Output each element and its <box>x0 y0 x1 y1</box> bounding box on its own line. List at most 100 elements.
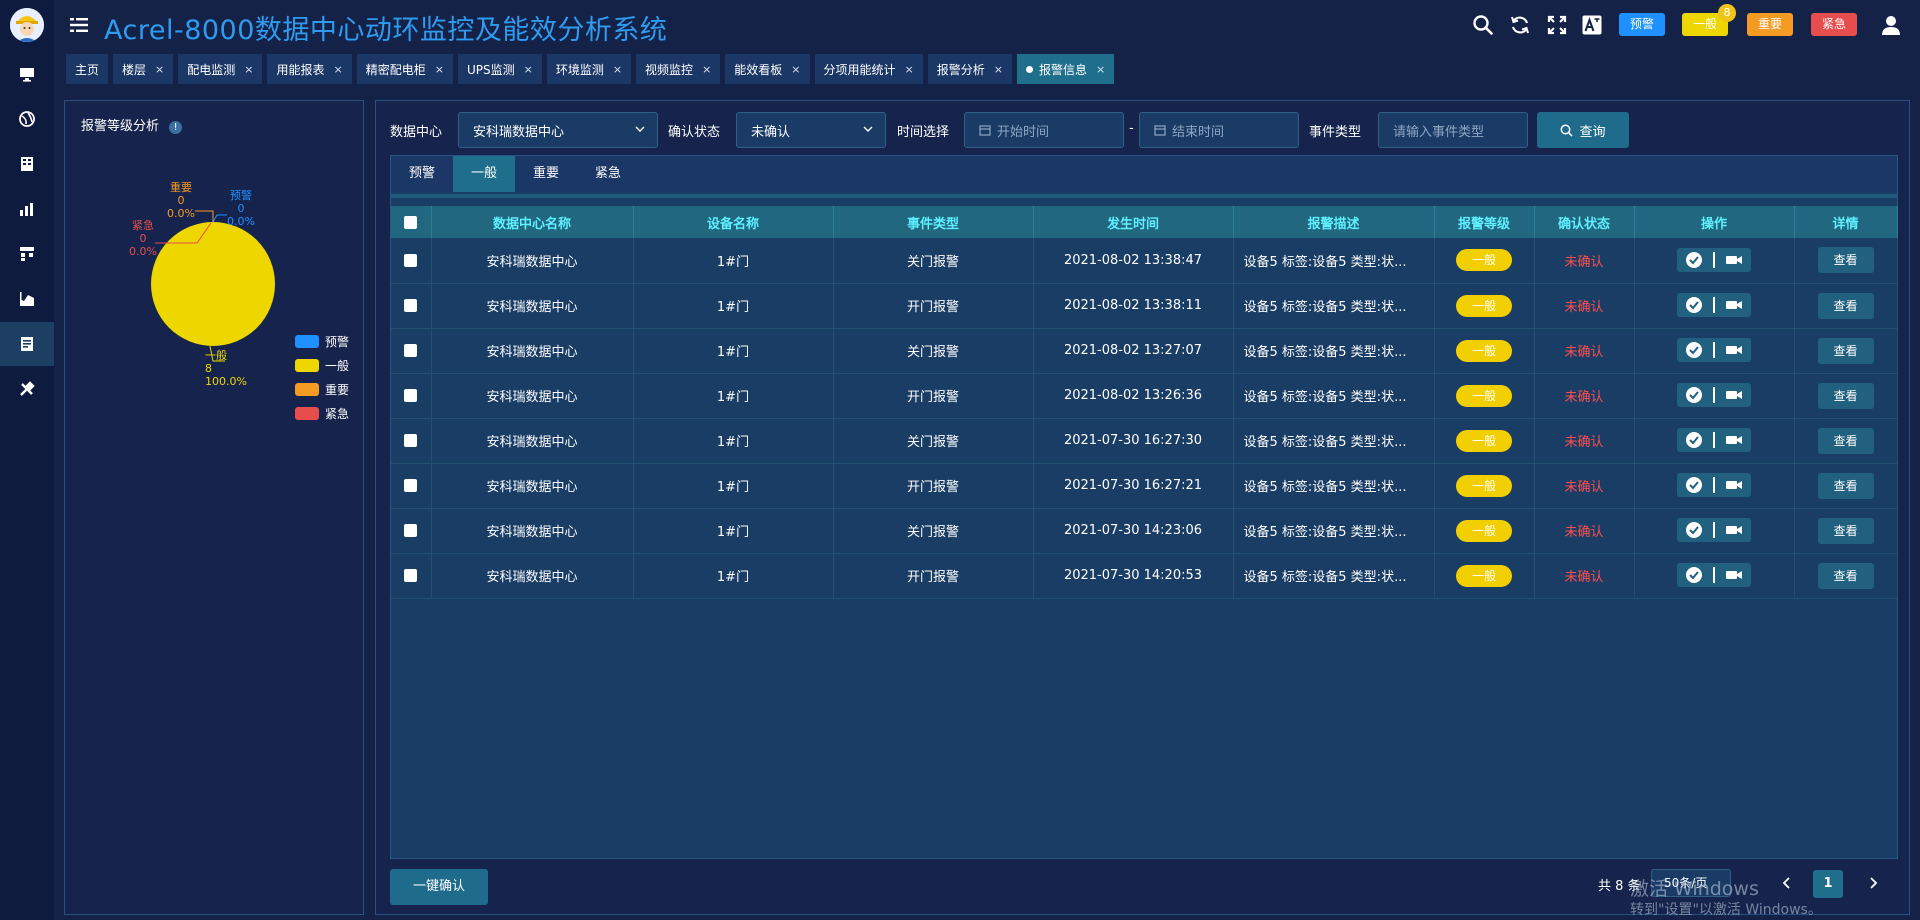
confirm-status-select[interactable]: 未确认 <box>736 112 886 148</box>
close-icon[interactable]: × <box>334 63 343 76</box>
confirm-check-icon[interactable] <box>1685 521 1703 539</box>
row-checkbox[interactable] <box>404 569 418 582</box>
data-center-select[interactable]: 安科瑞数据中心 <box>458 112 658 148</box>
tab-1[interactable]: 楼层 × <box>113 54 174 84</box>
level-tab-2[interactable]: 重要 <box>515 156 577 192</box>
general-level-button[interactable]: 一般 8 <box>1682 4 1736 36</box>
view-detail-button[interactable]: 查看 <box>1817 292 1874 319</box>
view-detail-button[interactable]: 查看 <box>1817 472 1874 499</box>
video-camera-icon[interactable] <box>1725 386 1743 404</box>
refresh-icon[interactable] <box>1509 14 1531 36</box>
row-checkbox[interactable] <box>404 299 418 312</box>
sidebar-item-monitor[interactable] <box>0 52 54 96</box>
range-separator: - <box>1129 121 1134 136</box>
close-icon[interactable]: × <box>244 63 253 76</box>
start-time-input[interactable]: 开始时间 <box>964 112 1124 148</box>
video-camera-icon[interactable] <box>1725 431 1743 449</box>
important-level-button[interactable]: 重要 <box>1747 13 1793 36</box>
translate-icon[interactable] <box>1581 14 1603 36</box>
tab-11[interactable]: 报警信息 × <box>1016 54 1115 84</box>
view-detail-button[interactable]: 查看 <box>1817 517 1874 544</box>
tab-9[interactable]: 分项用能统计 × <box>814 54 923 84</box>
sidebar-item-report[interactable] <box>0 322 54 366</box>
event-type-input[interactable]: 请输入事件类型 <box>1378 112 1528 148</box>
close-icon[interactable]: × <box>1096 63 1105 76</box>
tab-0[interactable]: 主页 <box>66 54 109 84</box>
close-icon[interactable]: × <box>994 63 1003 76</box>
close-icon[interactable]: × <box>435 63 444 76</box>
sidebar-item-flow[interactable] <box>0 232 54 276</box>
confirm-all-button[interactable]: 一键确认 <box>390 869 488 905</box>
close-icon[interactable]: × <box>524 63 533 76</box>
query-button[interactable]: 查询 <box>1537 112 1629 148</box>
next-page-icon[interactable] <box>1866 876 1880 890</box>
time-cell: 2021-07-30 16:27:30 <box>1033 418 1234 464</box>
page-number-current[interactable]: 1 <box>1813 870 1843 898</box>
row-checkbox[interactable] <box>404 524 418 537</box>
row-checkbox[interactable] <box>404 253 418 267</box>
close-icon[interactable]: × <box>905 63 914 76</box>
sidebar-item-globe[interactable] <box>0 97 54 141</box>
view-detail-button[interactable]: 查看 <box>1817 427 1874 454</box>
select-all-checkbox[interactable] <box>404 215 418 229</box>
video-camera-icon[interactable] <box>1725 341 1743 359</box>
warning-level-button[interactable]: 预警 <box>1619 13 1665 36</box>
confirm-status-label: 确认状态 <box>668 125 721 140</box>
prev-page-icon[interactable] <box>1780 876 1794 890</box>
search-icon[interactable] <box>1472 14 1494 36</box>
sidebar-item-bar-chart[interactable] <box>0 187 54 231</box>
tab-2[interactable]: 配电监测 × <box>178 54 263 84</box>
video-camera-icon[interactable] <box>1725 566 1743 584</box>
confirm-check-icon[interactable] <box>1685 251 1703 269</box>
confirm-check-icon[interactable] <box>1685 476 1703 494</box>
fullscreen-icon[interactable] <box>1546 14 1568 36</box>
confirm-check-icon[interactable] <box>1685 566 1703 584</box>
sidebar-item-building[interactable] <box>0 142 54 186</box>
view-detail-button[interactable]: 查看 <box>1817 562 1874 589</box>
row-checkbox[interactable] <box>404 344 418 357</box>
legend-item[interactable]: 重要 <box>295 377 349 401</box>
level-tab-0[interactable]: 预警 <box>391 156 453 192</box>
level-tab-1[interactable]: 一般 <box>453 156 516 192</box>
pie-label-2-1: 0 <box>178 194 185 207</box>
confirm-check-icon[interactable] <box>1685 296 1703 314</box>
avatar[interactable] <box>10 8 44 42</box>
row-checkbox[interactable] <box>404 434 418 447</box>
video-camera-icon[interactable] <box>1725 251 1743 269</box>
view-detail-button[interactable]: 查看 <box>1817 247 1874 274</box>
confirm-check-icon[interactable] <box>1685 386 1703 404</box>
view-detail-button[interactable]: 查看 <box>1817 337 1874 364</box>
close-icon[interactable]: × <box>702 63 711 76</box>
video-camera-icon[interactable] <box>1725 521 1743 539</box>
tab-6[interactable]: 环境监测 × <box>546 54 632 84</box>
end-time-input[interactable]: 结束时间 <box>1139 112 1299 148</box>
view-detail-button[interactable]: 查看 <box>1817 382 1874 409</box>
close-icon[interactable]: × <box>155 63 164 76</box>
close-icon[interactable]: × <box>791 63 800 76</box>
tab-7[interactable]: 视频监控 × <box>636 54 721 84</box>
sidebar-item-tools[interactable] <box>0 367 54 411</box>
tab-3[interactable]: 用能报表 × <box>267 54 352 84</box>
info-icon[interactable]: ! <box>169 121 183 134</box>
legend-swatch <box>295 382 319 396</box>
sidebar-item-area-chart[interactable] <box>0 277 54 321</box>
user-icon[interactable] <box>1880 14 1902 36</box>
close-icon[interactable]: × <box>613 63 622 76</box>
tab-4[interactable]: 精密配电柜 × <box>356 54 453 84</box>
row-checkbox[interactable] <box>404 479 418 492</box>
tab-8[interactable]: 能效看板 × <box>725 54 810 84</box>
confirm-check-icon[interactable] <box>1685 341 1703 359</box>
row-checkbox[interactable] <box>404 389 418 402</box>
video-camera-icon[interactable] <box>1725 476 1743 494</box>
panel-title: 报警等级分析 ! <box>81 115 183 134</box>
confirm-check-icon[interactable] <box>1685 431 1703 449</box>
level-tab-3[interactable]: 紧急 <box>577 156 639 192</box>
legend-item[interactable]: 预警 <box>295 329 349 353</box>
menu-toggle-icon[interactable] <box>70 17 88 33</box>
tab-5[interactable]: UPS监测 × <box>457 54 542 84</box>
tab-10[interactable]: 报警分析 × <box>927 54 1012 84</box>
urgent-level-button[interactable]: 紧急 <box>1811 13 1857 36</box>
video-camera-icon[interactable] <box>1725 296 1743 314</box>
legend-item[interactable]: 一般 <box>295 353 349 377</box>
legend-item[interactable]: 紧急 <box>295 401 349 425</box>
